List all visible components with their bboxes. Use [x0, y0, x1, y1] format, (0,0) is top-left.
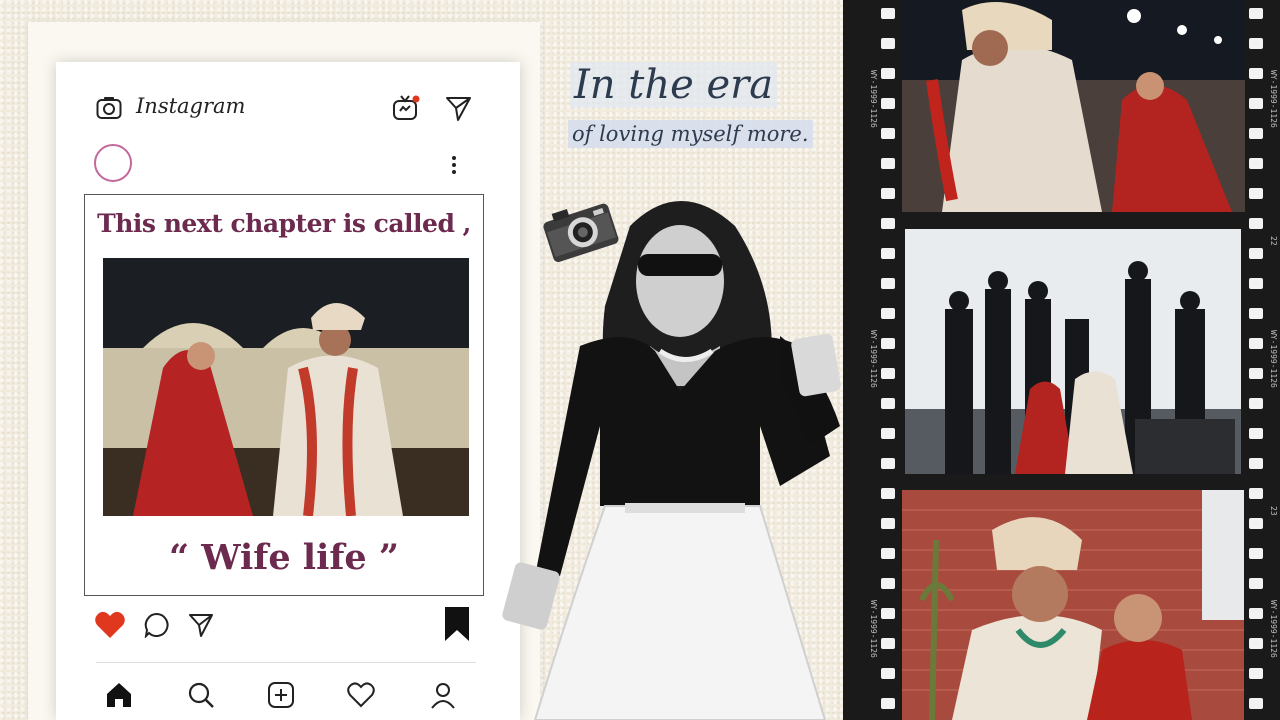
- film-sprocket-hole: [1249, 338, 1263, 349]
- film-sprocket-hole: [881, 188, 895, 199]
- share-icon[interactable]: [188, 612, 214, 638]
- film-sprocket-hole: [881, 668, 895, 679]
- film-sprocket-hole: [1249, 548, 1263, 559]
- post-actions: [56, 602, 520, 646]
- film-sprocket-hole: [1249, 458, 1263, 469]
- film-sprocket-hole: [881, 338, 895, 349]
- heart-outline-icon[interactable]: [346, 680, 376, 710]
- profile-icon[interactable]: [428, 680, 458, 710]
- send-icon[interactable]: [444, 94, 472, 122]
- film-sprocket-hole: [1249, 428, 1263, 439]
- tagline-title: In the era: [570, 62, 778, 108]
- film-sprocket-hole: [881, 458, 895, 469]
- film-sprocket-hole: [881, 518, 895, 529]
- film-sprocket-hole: [1249, 68, 1263, 79]
- film-sprocket-hole: [1249, 38, 1263, 49]
- film-sprocket-hole: [1249, 608, 1263, 619]
- film-photo-group: [905, 229, 1241, 474]
- igtv-icon[interactable]: [392, 94, 420, 122]
- film-sprocket-hole: [1249, 98, 1263, 109]
- wedding-photo: [103, 258, 469, 516]
- film-sprocket-hole: [881, 38, 895, 49]
- film-sprocket-hole: [1249, 638, 1263, 649]
- film-photo-couple-day: [902, 490, 1244, 720]
- film-sprocket-hole: [881, 128, 895, 139]
- film-sprocket-hole: [881, 578, 895, 589]
- film-sprocket-hole: [881, 278, 895, 289]
- tagline-subtitle: of loving myself more.: [568, 120, 813, 148]
- film-sprocket-hole: [881, 428, 895, 439]
- film-sprocket-hole: [881, 368, 895, 379]
- film-sprocket-hole: [881, 98, 895, 109]
- film-sprocket-hole: [881, 548, 895, 559]
- heart-icon[interactable]: [94, 610, 126, 640]
- film-sprocket-hole: [881, 158, 895, 169]
- film-sprocket-hole: [1249, 188, 1263, 199]
- film-sprocket-hole: [1249, 488, 1263, 499]
- divider: [96, 662, 476, 663]
- film-strip: WY-1999-1126 WY-1999-1126 WY-1999-1126 W…: [843, 0, 1280, 720]
- film-sprocket-hole: [1249, 8, 1263, 19]
- film-edge-code: WY-1999-1126: [1269, 330, 1278, 388]
- avatar[interactable]: [94, 144, 132, 182]
- film-sprocket-hole: [881, 8, 895, 19]
- post-card: This next chapter is called , “ Wife lif…: [84, 194, 484, 596]
- film-sprocket-hole: [881, 398, 895, 409]
- film-sprocket-hole: [1249, 218, 1263, 229]
- film-sprocket-hole: [1249, 308, 1263, 319]
- film-sprocket-hole: [881, 308, 895, 319]
- film-sprocket-hole: [1249, 398, 1263, 409]
- instagram-post-mockup: Instagram This next chapter is called ,: [56, 62, 520, 720]
- film-edge-code: WY-1999-1126: [1269, 70, 1278, 128]
- film-sprocket-hole: [1249, 128, 1263, 139]
- search-icon[interactable]: [186, 680, 216, 710]
- film-photo-couple-night: [902, 0, 1245, 212]
- film-sprocket-hole: [1249, 698, 1263, 709]
- instagram-header: Instagram: [56, 62, 520, 142]
- film-sprocket-hole: [1249, 248, 1263, 259]
- post-caption: “ Wife life ”: [168, 537, 400, 578]
- film-edge-code: WY-1999-1126: [1269, 600, 1278, 658]
- film-edge-code: WY-1999-1126: [869, 70, 878, 128]
- film-frame-number: 22: [1269, 236, 1278, 246]
- film-sprocket-hole: [1249, 668, 1263, 679]
- film-frame-number: 23: [1269, 506, 1278, 516]
- film-sprocket-hole: [881, 488, 895, 499]
- instagram-wordmark: Instagram: [136, 94, 246, 118]
- film-sprocket-hole: [881, 608, 895, 619]
- film-sprocket-hole: [1249, 518, 1263, 529]
- bottom-navigation: [56, 668, 520, 720]
- film-edge-code: WY-1999-1126: [869, 330, 878, 388]
- film-sprocket-hole: [1249, 578, 1263, 589]
- portrait-cutout: [502, 201, 841, 720]
- camera-icon[interactable]: [96, 96, 122, 120]
- film-sprocket-hole: [881, 218, 895, 229]
- film-sprocket-hole: [1249, 278, 1263, 289]
- film-sprocket-hole: [1249, 158, 1263, 169]
- bookmark-icon[interactable]: [444, 606, 470, 642]
- post-headline: This next chapter is called ,: [97, 209, 471, 238]
- film-sprocket-hole: [1249, 368, 1263, 379]
- film-sprocket-hole: [881, 638, 895, 649]
- film-edge-code: WY-1999-1126: [869, 600, 878, 658]
- home-icon[interactable]: [104, 680, 134, 710]
- comment-icon[interactable]: [144, 612, 170, 638]
- more-icon[interactable]: [450, 154, 458, 176]
- film-sprocket-hole: [881, 68, 895, 79]
- film-sprocket-hole: [881, 248, 895, 259]
- film-sprocket-hole: [881, 698, 895, 709]
- add-post-icon[interactable]: [266, 680, 296, 710]
